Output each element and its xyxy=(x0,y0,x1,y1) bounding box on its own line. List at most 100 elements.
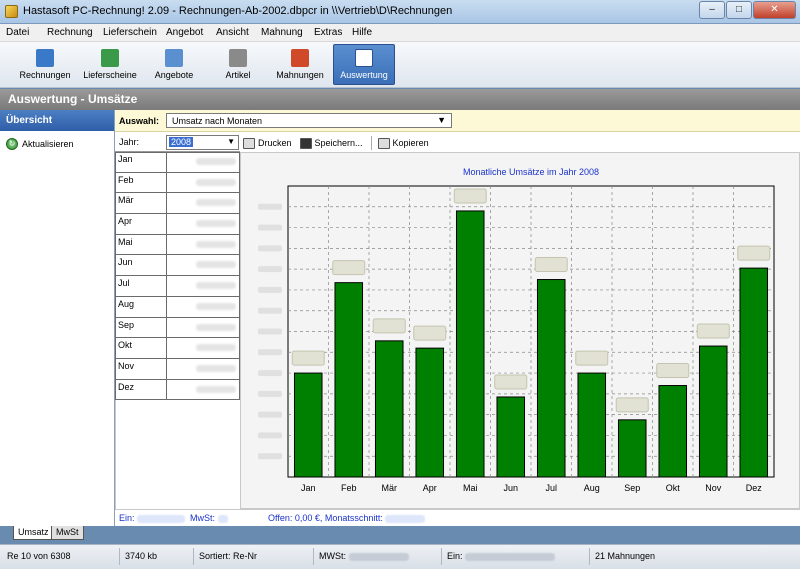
month-value-cell xyxy=(166,234,240,255)
month-row[interactable]: Okt xyxy=(115,338,240,359)
month-value-cell xyxy=(166,255,240,276)
print-button[interactable]: Drucken xyxy=(243,137,292,149)
month-row[interactable]: Apr xyxy=(115,214,240,235)
menu-rechnung[interactable]: Rechnung xyxy=(47,27,93,38)
menu-lieferschein[interactable]: Lieferschein xyxy=(103,27,157,38)
y-tick-label-redacted xyxy=(258,370,282,377)
year-row: Jahr: 2008 ▼ xyxy=(115,132,240,152)
bar xyxy=(455,210,485,478)
month-value-cell xyxy=(166,214,240,234)
refresh-button[interactable]: ↻ Aktualisieren xyxy=(6,138,74,150)
y-tick-label-redacted xyxy=(258,411,282,418)
month-row[interactable]: Feb xyxy=(115,172,240,194)
month-value-cell xyxy=(166,317,240,338)
tab-umsatz[interactable]: Umsatz xyxy=(13,526,54,540)
offer-icon xyxy=(165,49,183,67)
menu-ansicht[interactable]: Ansicht xyxy=(216,27,249,38)
menu-angebot[interactable]: Angebot xyxy=(166,27,203,38)
y-tick-label-redacted xyxy=(258,390,282,397)
status-ein: Ein: xyxy=(444,548,590,565)
month-row[interactable]: Jun xyxy=(115,255,240,277)
info-ein: Ein: xyxy=(119,513,186,523)
chart-icon xyxy=(355,49,373,67)
copy-button[interactable]: Kopieren xyxy=(377,137,429,149)
bar xyxy=(374,340,404,478)
data-label-redacted xyxy=(656,363,690,379)
bar xyxy=(415,347,445,478)
x-tick-label: Nov xyxy=(705,483,722,493)
month-row[interactable]: Sep xyxy=(115,317,240,339)
y-tick-label-redacted xyxy=(258,266,282,273)
status-sort: Sortiert: Re-Nr xyxy=(196,548,314,565)
month-name: Aug xyxy=(118,298,135,309)
x-tick-label: Feb xyxy=(341,483,357,493)
month-row[interactable]: Jul xyxy=(115,276,240,297)
bar xyxy=(293,372,323,478)
month-value-cell xyxy=(166,193,240,214)
month-value-cell xyxy=(166,276,240,296)
data-label-redacted xyxy=(615,397,649,413)
month-name: Jan xyxy=(118,154,133,164)
bar xyxy=(496,396,526,478)
menu-mahnung[interactable]: Mahnung xyxy=(261,27,303,38)
month-row[interactable]: Nov xyxy=(115,358,240,380)
toolbar-lieferscheine-button[interactable]: Lieferscheine xyxy=(79,44,141,85)
data-label-redacted xyxy=(696,323,730,339)
toolbar: Rechnungen Lieferscheine Angebote Artike… xyxy=(0,42,800,88)
info-offen: Offen: 0,00 €, Monatsschnitt: xyxy=(268,513,426,523)
info-bar: Ein: MwSt: Offen: 0,00 €, Monatsschnitt: xyxy=(115,509,800,526)
chart-title: Monatliche Umsätze im Jahr 2008 xyxy=(463,167,599,177)
redacted-value xyxy=(196,323,236,331)
month-name: Jun xyxy=(118,257,133,268)
toolbar-artikel-button[interactable]: Artikel xyxy=(213,44,263,85)
info-mwst-label: MwSt: xyxy=(190,513,216,523)
selection-dropdown[interactable]: Umsatz nach Monaten ▼ xyxy=(166,113,452,128)
redacted-value xyxy=(137,514,186,523)
month-value-cell xyxy=(166,379,240,400)
month-row[interactable]: Jan xyxy=(115,152,240,173)
month-value-cell xyxy=(166,338,240,358)
article-icon xyxy=(229,49,247,67)
y-tick-label-redacted xyxy=(258,286,282,293)
y-tick-label-redacted xyxy=(258,453,282,460)
menu-hilfe[interactable]: Hilfe xyxy=(352,27,372,38)
y-tick-label-redacted xyxy=(258,245,282,252)
toolbar-auswertung-button[interactable]: Auswertung xyxy=(333,44,395,85)
bar xyxy=(577,372,607,478)
section-header: Auswertung - Umsätze xyxy=(0,89,800,110)
info-ein-label: Ein: xyxy=(119,513,135,523)
month-name: Nov xyxy=(118,360,135,371)
minimize-button[interactable]: – xyxy=(699,1,725,19)
section-title: Auswertung - Umsätze xyxy=(8,92,138,106)
status-ein-label: Ein: xyxy=(447,551,463,561)
close-button[interactable]: ✕ xyxy=(753,1,796,19)
printer-icon xyxy=(243,137,255,149)
menu-extras[interactable]: Extras xyxy=(314,27,342,38)
save-icon xyxy=(299,137,312,149)
toolbar-rechnungen-button[interactable]: Rechnungen xyxy=(14,44,76,85)
window-title: Hastasoft PC-Rechnung! 2.09 - Rechnungen… xyxy=(23,5,453,17)
month-row[interactable]: Dez xyxy=(115,379,240,401)
tab-mwst[interactable]: MwSt xyxy=(51,526,84,540)
data-label-redacted xyxy=(534,257,568,273)
menu-datei[interactable]: Datei xyxy=(6,27,29,38)
app-icon xyxy=(5,5,18,18)
month-row[interactable]: Mär xyxy=(115,193,240,215)
x-tick-label: Aug xyxy=(584,483,600,493)
bar xyxy=(617,419,647,478)
toolbar-label: Rechnungen xyxy=(19,70,71,80)
redacted-value xyxy=(196,385,236,393)
x-tick-label: Sep xyxy=(624,483,640,493)
month-row[interactable]: Aug xyxy=(115,296,240,318)
maximize-button[interactable]: □ xyxy=(726,1,752,19)
menu-bar: Datei Rechnung Lieferschein Angebot Ansi… xyxy=(0,24,800,42)
delivery-note-icon xyxy=(101,49,119,67)
save-button[interactable]: Speichern... xyxy=(299,137,363,149)
month-name: Dez xyxy=(118,381,135,392)
month-row[interactable]: Mai xyxy=(115,234,240,256)
toolbar-mahnungen-button[interactable]: Mahnungen xyxy=(272,44,328,85)
data-label-redacted xyxy=(575,350,609,366)
redacted-value xyxy=(196,240,236,248)
toolbar-angebote-button[interactable]: Angebote xyxy=(145,44,203,85)
year-dropdown[interactable]: 2008 ▼ xyxy=(166,135,239,150)
